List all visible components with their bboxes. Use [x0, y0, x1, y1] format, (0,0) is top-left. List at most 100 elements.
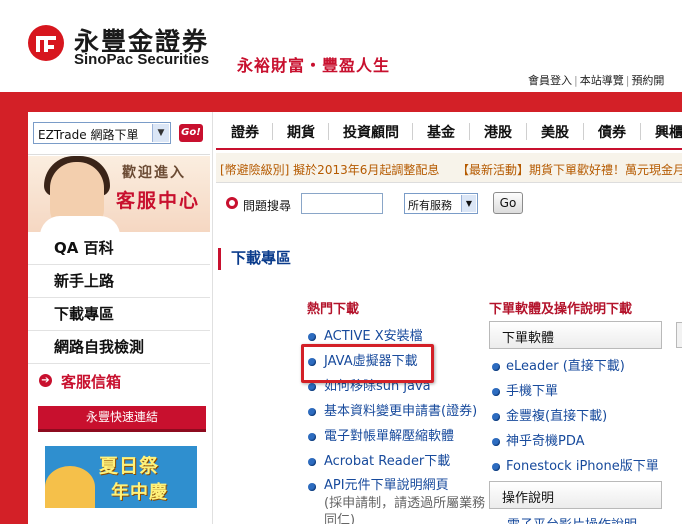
chevron-down-icon[interactable]: ▼ — [461, 195, 476, 212]
bullet-icon — [308, 483, 316, 491]
quick-links-button[interactable]: 永豐快速連結 — [38, 406, 206, 432]
bullet-icon — [308, 333, 316, 341]
customer-mail-label: 客服信箱 — [61, 373, 122, 391]
list-item[interactable]: eLeader (直接下載) — [490, 357, 680, 382]
tab-securities[interactable]: 證券 — [231, 122, 259, 142]
list-item[interactable]: 神乎奇機PDA — [490, 432, 680, 457]
search-scope-value: 所有服務 — [408, 199, 452, 212]
agent-shirt — [40, 216, 120, 232]
tab-futures[interactable]: 期貨 — [287, 122, 315, 142]
tab-bonds[interactable]: 債券 — [598, 122, 626, 142]
column-divider — [212, 112, 213, 524]
bullet-icon — [308, 383, 316, 391]
search-input[interactable] — [301, 193, 383, 214]
list-item[interactable]: Fonestock iPhone版下單 — [490, 457, 680, 482]
search-go-button[interactable]: Go — [493, 192, 523, 214]
tab-separator — [583, 123, 584, 140]
cs-welcome-text: 歡迎進入 — [122, 165, 186, 181]
download-link[interactable]: ACTIVE X安裝檔 — [324, 329, 423, 344]
bullet-icon — [492, 363, 500, 371]
list-item[interactable]: 電子對帳單解壓縮軟體 — [306, 427, 486, 452]
faq-search-bar: 問題搜尋 所有服務 ▼ Go — [216, 186, 682, 222]
bullet-icon — [492, 413, 500, 421]
list-item[interactable]: 手機下單 — [490, 382, 680, 407]
site-map-link[interactable]: 本站導覽 — [580, 74, 624, 87]
tab-separator — [328, 123, 329, 140]
next-column-edge — [676, 322, 682, 348]
tab-us-stocks[interactable]: 美股 — [541, 122, 569, 142]
promo-line-1: 夏日祭 — [99, 455, 160, 477]
software-link[interactable]: eLeader (直接下載) — [506, 359, 625, 374]
promo-line-2: 年中慶 — [111, 482, 168, 503]
tab-emerging[interactable]: 興櫃 — [655, 122, 682, 142]
header-red-band — [0, 92, 682, 112]
page-title: 下載專區 — [218, 248, 291, 270]
tab-separator — [412, 123, 413, 140]
software-link[interactable]: 神乎奇機PDA — [506, 434, 585, 449]
sinopac-logo-icon[interactable] — [28, 25, 64, 61]
hot-downloads-heading: 熱門下載 — [307, 302, 360, 317]
ticker-item[interactable]: [幣避險級別] 擬於2013年6月起調整配息 — [220, 161, 439, 178]
tab-hk-stocks[interactable]: 港股 — [484, 122, 512, 142]
list-item[interactable]: Acrobat Reader下載 — [306, 452, 486, 477]
tab-funds[interactable]: 基金 — [427, 122, 455, 142]
software-link[interactable]: 金豐複(直接下載) — [506, 409, 607, 424]
download-link[interactable]: Acrobat Reader下載 — [324, 454, 450, 469]
bullet-icon — [492, 388, 500, 396]
fan-graphic — [45, 466, 95, 508]
tab-separator — [272, 123, 273, 140]
tab-separator — [640, 123, 641, 140]
promo-banner[interactable]: 夏日祭 年中慶 — [45, 446, 197, 508]
left-red-band — [0, 112, 28, 524]
customer-mail-link[interactable]: ➔ 客服信箱 — [28, 366, 210, 396]
tab-advisory[interactable]: 投資顧問 — [343, 122, 399, 142]
ez-trade-box: EZTrade 網路下單 ▼ Go! — [28, 112, 210, 155]
bullet-icon — [492, 463, 500, 471]
site-header: 永豐金證券 SinoPac Securities 永裕財富・豐盈人生 會員登入 |… — [0, 0, 682, 92]
sidebar-nav: QA 百科 新手上路 下載專區 網路自我檢測 — [28, 232, 210, 364]
download-link[interactable]: API元件下單說明網頁 — [324, 478, 449, 493]
sidebar-item-beginner[interactable]: 新手上路 — [28, 265, 210, 298]
trading-software-list: eLeader (直接下載) 手機下單 金豐複(直接下載) 神乎奇機PDA Fo… — [490, 357, 680, 482]
highlight-annotation — [301, 344, 434, 383]
cs-center-text: 客服中心 — [116, 190, 201, 212]
list-item[interactable]: 金豐複(直接下載) — [490, 407, 680, 432]
list-item[interactable]: 基本資料變更申請書(證券) — [306, 402, 486, 427]
search-icon — [226, 197, 238, 209]
trade-platform-value: EZTrade 網路下單 — [38, 128, 139, 142]
bullet-icon — [308, 433, 316, 441]
bullet-icon — [308, 458, 316, 466]
appointment-link[interactable]: 預約開 — [631, 74, 664, 87]
software-link[interactable]: Fonestock iPhone版下單 — [506, 459, 659, 474]
download-link[interactable]: 電子對帳單解壓縮軟體 — [324, 429, 454, 444]
list-item[interactable]: API元件下單說明網頁 — [306, 477, 486, 495]
search-scope-select[interactable]: 所有服務 ▼ — [404, 193, 478, 214]
customer-service-banner[interactable]: 歡迎進入 客服中心 — [28, 156, 210, 232]
search-label: 問題搜尋 — [243, 199, 292, 213]
bullet-icon — [308, 408, 316, 416]
brand-name-english[interactable]: SinoPac Securities — [74, 51, 209, 68]
software-link[interactable]: 手機下單 — [506, 384, 558, 399]
instructions-subheading: 操作說明 — [489, 481, 662, 509]
sidebar-item-qa[interactable]: QA 百科 — [28, 232, 210, 265]
tab-separator — [526, 123, 527, 140]
trading-software-heading: 下單軟體及操作說明下載 — [489, 302, 633, 317]
ticker-item[interactable]: 【最新活動】期貨下單歡好禮！萬元現金月 — [457, 161, 682, 178]
bullet-icon — [492, 438, 500, 446]
api-note: (採申請制，請透過所屬業務同仁) — [324, 496, 486, 524]
news-ticker: [幣避險級別] 擬於2013年6月起調整配息 【最新活動】期貨下單歡好禮！萬元現… — [216, 153, 682, 183]
sidebar-item-self-check[interactable]: 網路自我檢測 — [28, 331, 210, 364]
chevron-down-icon[interactable]: ▼ — [152, 124, 169, 142]
sidebar-item-downloads[interactable]: 下載專區 — [28, 298, 210, 331]
top-links: 會員登入 | 本站導覽 | 預約開 — [528, 74, 665, 87]
download-link[interactable]: 基本資料變更申請書(證券) — [324, 404, 477, 419]
video-guide-link[interactable]: 電子平台影片操作說明 — [507, 514, 637, 524]
left-sidebar: EZTrade 網路下單 ▼ Go! 歡迎進入 客服中心 QA 百科 新手上路 … — [28, 112, 210, 524]
tab-separator — [469, 123, 470, 140]
main-tabs: 證券 期貨 投資顧問 基金 港股 美股 債券 興櫃 — [216, 112, 682, 150]
brand-slogan: 永裕財富・豐盈人生 — [237, 56, 391, 75]
trade-platform-select[interactable]: EZTrade 網路下單 ▼ — [33, 122, 171, 144]
platform-go-button[interactable]: Go! — [179, 124, 203, 142]
arrow-circle-icon: ➔ — [39, 374, 52, 387]
member-login-link[interactable]: 會員登入 — [528, 74, 572, 87]
